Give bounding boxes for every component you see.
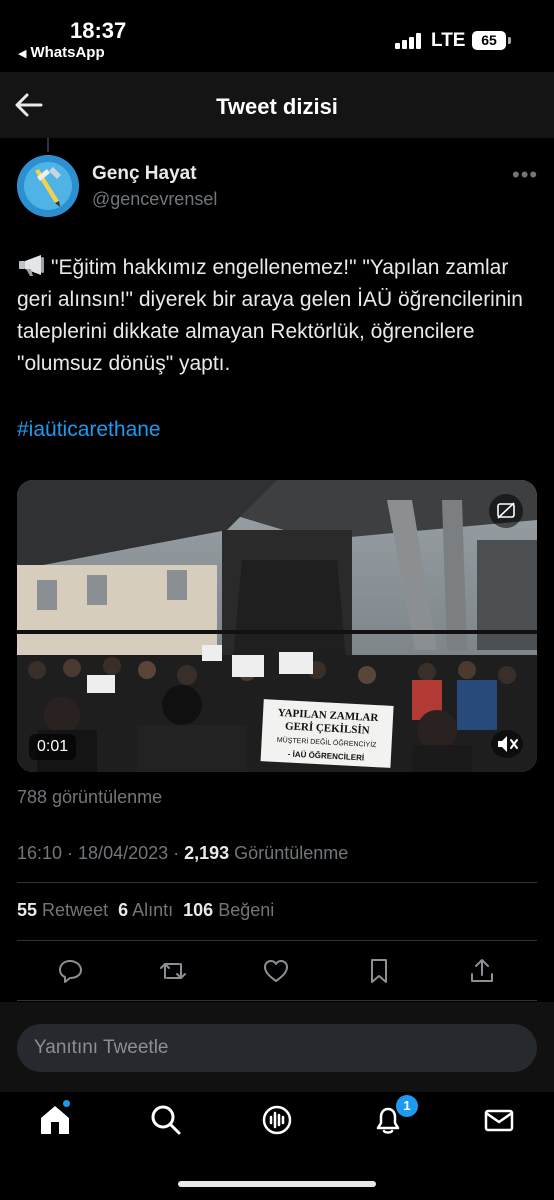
network-label: LTE <box>431 30 466 51</box>
signal-icon <box>395 33 423 49</box>
megaphone-icon <box>19 255 44 276</box>
back-app-label: WhatsApp <box>30 44 105 61</box>
reply-input[interactable]: Yanıtını Tweetle <box>17 1024 537 1072</box>
battery-nub <box>508 37 511 44</box>
bookmark-icon[interactable] <box>364 956 394 986</box>
quotes-stat[interactable]: 6 Alıntı <box>118 900 173 920</box>
messages-icon[interactable] <box>481 1102 517 1138</box>
share-icon[interactable] <box>467 956 497 986</box>
retweets-count: 55 <box>17 900 38 920</box>
back-triangle-icon: ◀ <box>18 48 27 60</box>
retweets-stat[interactable]: 55 Retweet <box>17 900 108 920</box>
views-count: 2,193 <box>184 843 230 863</box>
spaces-icon[interactable] <box>259 1102 295 1138</box>
home-icon[interactable] <box>37 1102 73 1138</box>
status-bar: 18:37 ◀ WhatsApp LTE 65 <box>0 0 554 72</box>
reply-bar: Yanıtını Tweetle <box>0 1002 554 1092</box>
likes-label: Beğeni <box>218 900 275 920</box>
search-icon[interactable] <box>148 1102 184 1138</box>
quotes-count: 6 <box>118 900 129 920</box>
divider <box>17 882 537 883</box>
video-player[interactable]: YAPILAN ZAMLAR GERİ ÇEKİLSİN MÜŞTERİ DEĞ… <box>17 480 537 772</box>
tweet-text: "Eğitim hakkımız engellenemez!" "Yapılan… <box>17 252 537 380</box>
thread-connector-line <box>47 138 49 152</box>
picture-in-picture-icon[interactable] <box>489 494 523 528</box>
engagement-stats: 55 Retweet 6 Alıntı 106 Beğeni <box>17 900 274 921</box>
page-title: Tweet dizisi <box>216 94 338 119</box>
video-view-count: 788 görüntülenme <box>17 787 163 807</box>
retweet-icon[interactable] <box>158 956 188 986</box>
tweet-body: "Eğitim hakkımız engellenemez!" "Yapılan… <box>17 256 523 375</box>
notifications-badge: 1 <box>396 1095 418 1117</box>
views-label: Görüntülenme <box>229 843 349 863</box>
protest-video-thumbnail: YAPILAN ZAMLAR GERİ ÇEKİLSİN MÜŞTERİ DEĞ… <box>17 480 537 772</box>
avatar[interactable] <box>17 155 79 217</box>
author-handle[interactable]: @gencevrensel <box>92 189 217 210</box>
more-options-icon[interactable]: ••• <box>512 162 538 188</box>
video-duration: 0:01 <box>29 734 77 760</box>
back-to-app-link[interactable]: ◀ WhatsApp <box>18 44 105 61</box>
likes-stat[interactable]: 106 Beğeni <box>183 900 274 920</box>
home-indicator[interactable] <box>178 1181 376 1187</box>
home-unread-dot <box>63 1100 70 1107</box>
tweet-actions <box>0 952 554 992</box>
quotes-label: Alıntı <box>132 900 174 920</box>
hashtag-link[interactable]: #iaüticarethane <box>17 418 161 442</box>
likes-count: 106 <box>183 900 214 920</box>
avatar-pencil-icon <box>17 155 79 217</box>
divider <box>17 940 537 941</box>
like-heart-icon[interactable] <box>261 956 291 986</box>
mute-icon[interactable] <box>491 730 523 758</box>
divider <box>17 1000 537 1001</box>
top-header: Tweet dizisi <box>0 72 554 138</box>
battery-icon: 65 <box>472 31 506 50</box>
author-name[interactable]: Genç Hayat <box>92 163 197 185</box>
tweet-metadata: 16:10 · 18/04/2023 · 2,193 Görüntülenme <box>17 843 348 864</box>
retweets-label: Retweet <box>42 900 109 920</box>
tweet-timestamp: 16:10 · 18/04/2023 · <box>17 843 185 863</box>
reply-icon[interactable] <box>55 956 85 986</box>
status-time: 18:37 <box>70 18 127 43</box>
